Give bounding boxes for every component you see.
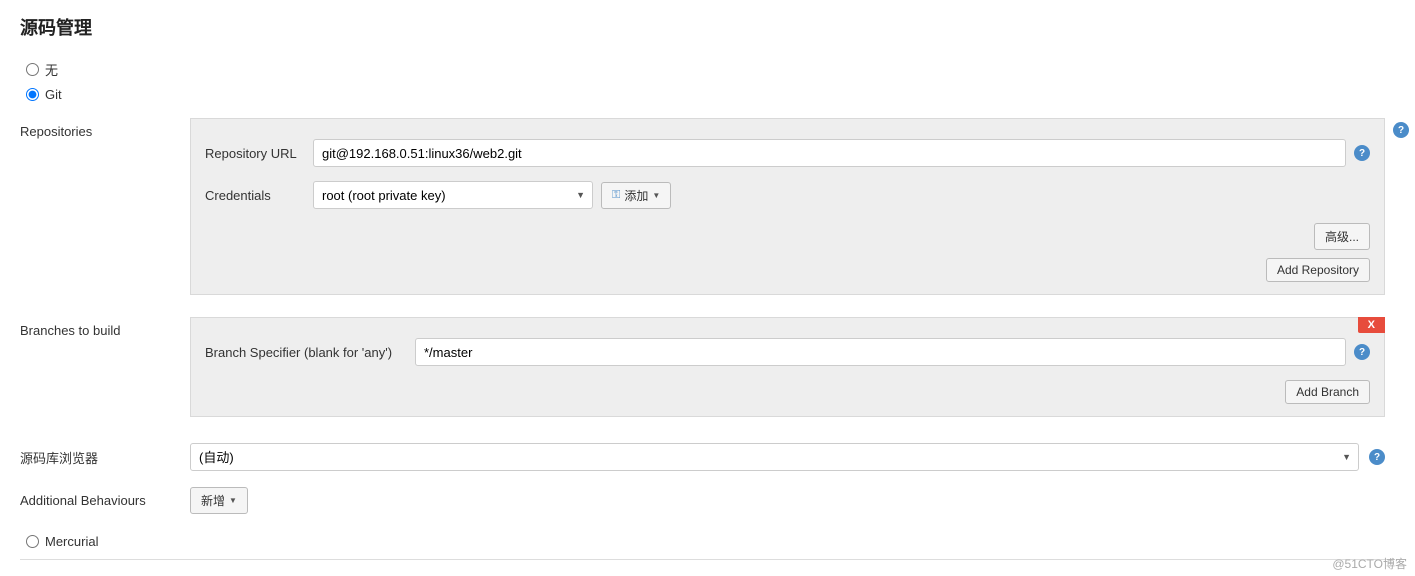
page-title: 源码管理 [0, 0, 1415, 52]
radio-none-label: 无 [45, 60, 58, 79]
delete-branch-button[interactable]: X [1358, 317, 1385, 333]
key-icon: ⚿ [612, 189, 620, 202]
branch-specifier-label: Branch Specifier (blank for 'any') [205, 345, 415, 360]
credentials-label: Credentials [205, 188, 313, 203]
radio-mercurial-label: Mercurial [45, 534, 98, 549]
advanced-button[interactable]: 高级... [1314, 223, 1370, 250]
add-repository-button[interactable]: Add Repository [1266, 258, 1370, 282]
additional-behaviours-label: Additional Behaviours [20, 493, 190, 508]
repositories-label: Repositories [20, 118, 190, 305]
radio-git[interactable] [26, 88, 39, 101]
watermark: @51CTO博客 [1332, 555, 1407, 572]
credentials-select[interactable]: root (root private key) [313, 181, 593, 209]
divider [20, 559, 1395, 560]
repositories-panel: Repository URL ? Credentials root (root … [190, 118, 1385, 295]
scm-option-none[interactable]: 无 [0, 56, 1415, 83]
scm-option-git[interactable]: Git [0, 83, 1415, 106]
repo-browser-select[interactable]: (自动) [190, 443, 1359, 471]
radio-git-label: Git [45, 87, 62, 102]
repo-url-input[interactable] [313, 139, 1346, 167]
chevron-down-icon: ▼ [229, 496, 237, 505]
scm-option-mercurial[interactable]: Mercurial [0, 530, 1415, 553]
branches-label: Branches to build [20, 317, 190, 427]
help-icon[interactable]: ? [1393, 122, 1409, 138]
add-branch-button[interactable]: Add Branch [1285, 380, 1370, 404]
add-credentials-button[interactable]: ⚿ 添加 ▼ [601, 182, 671, 209]
radio-none[interactable] [26, 63, 39, 76]
help-icon[interactable]: ? [1354, 344, 1370, 360]
branches-panel: X Branch Specifier (blank for 'any') ? A… [190, 317, 1385, 417]
add-behaviour-label: 新增 [201, 492, 225, 509]
help-icon[interactable]: ? [1354, 145, 1370, 161]
add-behaviour-button[interactable]: 新增 ▼ [190, 487, 248, 514]
branch-specifier-input[interactable] [415, 338, 1346, 366]
add-credentials-label: 添加 [624, 187, 648, 204]
help-icon[interactable]: ? [1369, 449, 1385, 465]
chevron-down-icon: ▼ [652, 191, 660, 200]
radio-mercurial[interactable] [26, 535, 39, 548]
repo-url-label: Repository URL [205, 146, 313, 161]
repo-browser-label: 源码库浏览器 [20, 448, 190, 467]
